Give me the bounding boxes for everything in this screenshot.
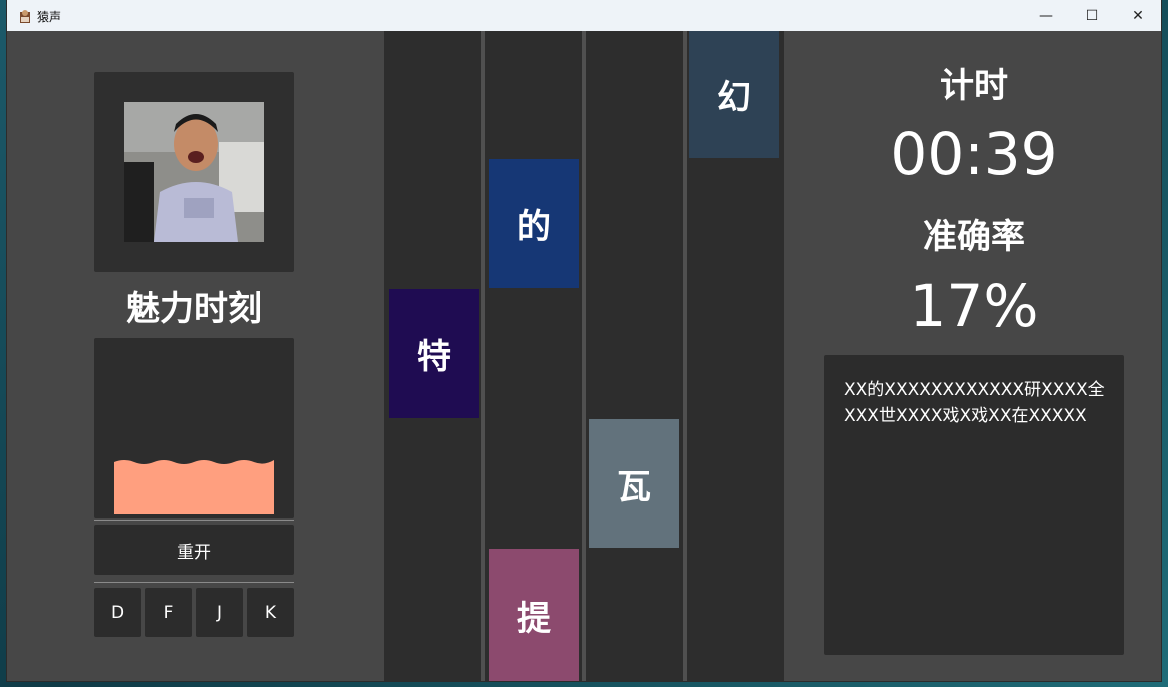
note-tile: 瓦: [589, 419, 679, 548]
app-window: 猿声 — ☐ ✕ 魅力时刻 重开 D F J K 特 的 提 瓦 幻 计时 00…: [7, 0, 1161, 681]
timer-label: 计时: [940, 66, 1008, 106]
maximize-button[interactable]: ☐: [1069, 0, 1115, 31]
key-j-button[interactable]: J: [196, 588, 243, 637]
note-tile: 特: [389, 289, 479, 418]
key-k-button[interactable]: K: [247, 588, 294, 637]
note-tile: 的: [489, 159, 579, 288]
divider: [94, 520, 294, 521]
avatar: [124, 102, 264, 242]
note-tile: 提: [489, 549, 579, 681]
waveform-panel: [94, 338, 294, 518]
lane-1: 特: [384, 31, 481, 681]
avatar-frame: [94, 72, 294, 272]
restart-button[interactable]: 重开: [94, 525, 294, 575]
lyrics-panel: XX的XXXXXXXXXXXX研XXXX全XXX世XXXX戏X戏XX在XXXXX: [824, 355, 1124, 655]
window-title: 猿声: [37, 10, 62, 24]
accuracy-label: 准确率: [923, 217, 1025, 257]
key-d-button[interactable]: D: [94, 588, 141, 637]
lane-4: 幻: [687, 31, 784, 681]
note-tile: 幻: [689, 31, 779, 158]
divider: [94, 582, 294, 583]
accuracy-value: 17%: [909, 272, 1039, 340]
title-bar[interactable]: 猿声 — ☐ ✕: [7, 0, 1161, 31]
lane-3: 瓦: [586, 31, 683, 681]
song-title: 魅力时刻: [126, 289, 262, 329]
timer-value: 00:39: [890, 120, 1058, 188]
minimize-button[interactable]: —: [1023, 0, 1069, 31]
waveform: [114, 460, 274, 514]
lyrics-text: XX的XXXXXXXXXXXX研XXXX全XXX世XXXX戏X戏XX在XXXXX: [844, 380, 1105, 426]
lane-2: 的 提: [485, 31, 582, 681]
key-f-button[interactable]: F: [145, 588, 192, 637]
close-button[interactable]: ✕: [1115, 0, 1161, 31]
app-icon: [20, 10, 30, 23]
